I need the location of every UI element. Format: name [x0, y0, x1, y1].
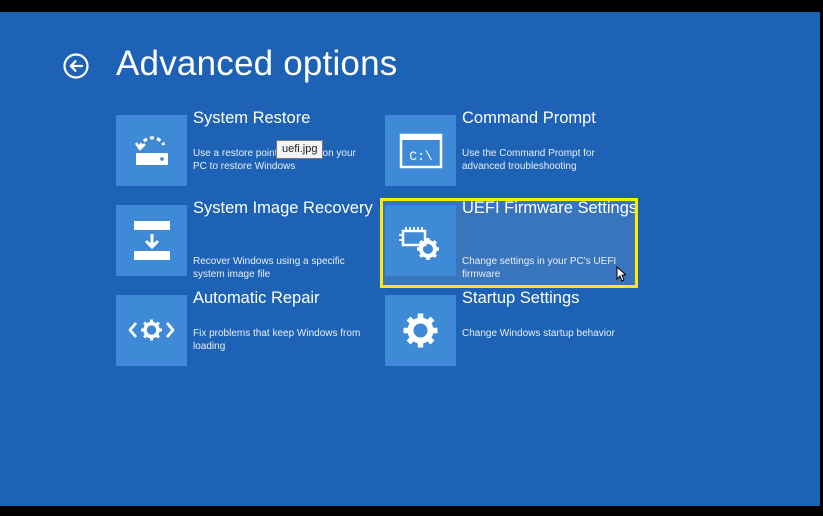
image-tooltip: uefi.jpg — [276, 140, 324, 159]
tile-description: Recover Windows using a specific system … — [193, 256, 345, 280]
tile-system-image-recovery[interactable]: System Image Recovery Recover Windows us… — [116, 199, 373, 280]
image-recovery-icon — [116, 205, 187, 276]
gear-icon — [385, 295, 456, 366]
mouse-cursor-icon — [616, 266, 626, 282]
back-button[interactable] — [62, 52, 90, 80]
repair-icon — [116, 295, 187, 366]
tile-title: Automatic Repair — [193, 289, 320, 307]
tile-title: Command Prompt — [462, 109, 596, 127]
tile-description: Change Windows startup behavior — [462, 328, 615, 339]
tile-title: Startup Settings — [462, 289, 580, 307]
firmware-chip-gear-icon — [385, 205, 456, 276]
command-prompt-icon-text: C:\ — [409, 149, 433, 164]
tile-command-prompt[interactable]: C:\ Command Prompt Use the Command Promp… — [385, 109, 635, 187]
advanced-options-screen: Advanced options System Restore Use a re… — [0, 12, 823, 506]
tile-description: Fix problems that keep Windows from load… — [193, 328, 361, 352]
back-arrow-circle-icon — [63, 53, 89, 79]
tile-system-restore[interactable]: System Restore Use a restore point recor… — [116, 109, 366, 187]
command-prompt-icon: C:\ — [385, 115, 456, 186]
tile-startup-settings[interactable]: Startup Settings Change Windows startup … — [385, 289, 635, 367]
tile-automatic-repair[interactable]: Automatic Repair Fix problems that keep … — [116, 289, 366, 367]
tile-description: Change settings in your PC's UEFI firmwa… — [462, 256, 617, 280]
screen-border-bottom — [0, 506, 823, 516]
tile-title: System Image Recovery — [193, 199, 373, 217]
page-title: Advanced options — [116, 44, 398, 83]
tile-title: System Restore — [193, 109, 311, 127]
tile-uefi-firmware-settings[interactable]: UEFI Firmware Settings Change settings i… — [385, 199, 637, 280]
restore-icon — [116, 115, 187, 186]
tile-title: UEFI Firmware Settings — [462, 199, 638, 217]
tile-description: Use the Command Prompt for advanced trou… — [462, 148, 595, 172]
